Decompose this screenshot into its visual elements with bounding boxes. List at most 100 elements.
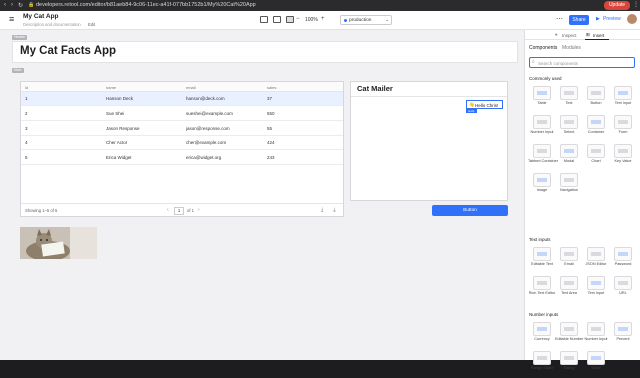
share-button[interactable]: Share <box>569 15 589 25</box>
component-tile[interactable]: Text Input <box>583 274 610 303</box>
component-tile[interactable]: Form <box>610 113 637 142</box>
inspect-icon: ⌖ <box>555 32 558 37</box>
component-icon-glyph <box>564 120 574 124</box>
component-tile[interactable]: Slider <box>583 349 610 378</box>
component-label: Editable Text <box>531 262 553 266</box>
component-label: Tabbed Container <box>528 159 558 163</box>
component-tile[interactable]: Select <box>556 113 583 142</box>
preview-button[interactable]: Preview <box>603 16 621 22</box>
column-header-sales[interactable]: sales <box>267 85 276 90</box>
component-tile[interactable]: Rich Text Editor <box>529 274 556 303</box>
zoom-out-icon[interactable]: − <box>296 16 300 22</box>
panel-tabs: ⌖ Inspect ⊞ Insert <box>525 30 640 40</box>
component-tile[interactable]: Text Input <box>610 84 637 113</box>
component-tile[interactable]: Email <box>556 245 583 274</box>
more-icon[interactable]: ⋯ <box>556 15 563 23</box>
prev-page-icon[interactable]: ‹ <box>167 207 169 213</box>
component-tile[interactable]: Editable Text <box>529 245 556 274</box>
component-tile[interactable]: Range Slider <box>529 349 556 378</box>
component-tile[interactable]: Button <box>583 84 610 113</box>
reload-icon[interactable]: ↻ <box>18 2 23 9</box>
hamburger-icon[interactable]: ≡ <box>9 14 14 24</box>
back-icon[interactable]: ‹ <box>4 2 6 8</box>
component-tile[interactable]: Key Value <box>610 142 637 171</box>
table-row[interactable]: 5 Erica Widget erica@widget.org 243 <box>21 150 343 165</box>
component-tile[interactable]: Navigation <box>556 171 583 200</box>
component-tile[interactable]: JSON Editor <box>583 245 610 274</box>
section-number-inputs: Number inputs <box>529 312 559 317</box>
component-label: Image <box>536 188 548 192</box>
table-row[interactable]: 3 Jason Response jason@response.com 55 <box>21 121 343 136</box>
play-icon[interactable]: ▶ <box>596 16 600 22</box>
table-row[interactable]: 1 Hanson Deck hanson@deck.com 37 <box>21 92 343 106</box>
column-header-email[interactable]: email <box>186 85 196 90</box>
component-icon <box>614 144 632 158</box>
component-tile[interactable]: Text Area <box>556 274 583 303</box>
left-panel-icon[interactable] <box>260 16 268 23</box>
url-bar[interactable]: developers.retool.com/editor/b81aeb84-9c… <box>36 2 256 8</box>
component-tile[interactable]: Tabbed Container <box>528 142 558 171</box>
component-icon <box>533 144 551 158</box>
tab-insert[interactable]: Insert <box>593 33 604 38</box>
component-label: Rich Text Editor <box>528 291 556 295</box>
menu-dots-icon[interactable]: ⋮ <box>633 1 639 8</box>
component-tile[interactable]: URL <box>610 274 637 303</box>
main-button[interactable]: Button <box>432 205 508 216</box>
component-tile[interactable]: Modal <box>556 142 583 171</box>
component-label: Text Input <box>614 101 632 105</box>
right-panel-icon[interactable] <box>286 16 294 23</box>
column-header-name[interactable]: name <box>106 85 116 90</box>
edit-link[interactable]: Edit <box>88 22 95 27</box>
component-tile[interactable]: Rating <box>556 349 583 378</box>
component-icon <box>614 115 632 129</box>
avatar[interactable] <box>627 14 637 24</box>
component-icon <box>587 86 605 100</box>
component-label: Email <box>564 262 574 266</box>
page-title[interactable]: My Cat Facts App <box>20 45 116 57</box>
component-tile[interactable]: Percent <box>610 320 637 349</box>
component-tile[interactable]: Image <box>529 171 556 200</box>
component-icon <box>587 276 605 290</box>
zoom-in-icon[interactable]: + <box>321 16 325 22</box>
download-icon[interactable]: ⤓ <box>321 207 323 213</box>
sub-tab-modules[interactable]: Modules <box>562 45 581 51</box>
page-total: of 1 <box>187 208 194 213</box>
component-tile[interactable]: Chart <box>583 142 610 171</box>
component-tile[interactable]: Number Input <box>529 113 556 142</box>
column-header-id[interactable]: id <box>25 85 28 90</box>
component-tile[interactable]: Number Input <box>583 320 610 349</box>
table-row[interactable]: 4 Cher Actor cher@example.com 424 <box>21 136 343 150</box>
component-icon <box>614 322 632 336</box>
next-page-icon[interactable]: › <box>198 207 200 213</box>
component-icon-glyph <box>537 252 547 256</box>
insert-icon: ⊞ <box>586 32 590 37</box>
cat-mailer-container[interactable]: Cat Mailer 👋 Hello Chris! text1 <box>350 81 508 201</box>
tab-inspect[interactable]: Inspect <box>562 33 577 38</box>
editor-header: ≡ My Cat App Description and documentati… <box>0 11 640 30</box>
page-number-input[interactable]: 1 <box>174 207 184 215</box>
forward-icon[interactable]: › <box>11 2 13 8</box>
cat-image[interactable] <box>20 227 97 259</box>
hello-text-widget[interactable]: 👋 Hello Chris! <box>466 100 503 109</box>
zoom-level[interactable]: 100% <box>305 17 318 23</box>
component-tile[interactable]: Table <box>529 84 556 113</box>
component-tile[interactable]: Editable Number <box>555 320 583 349</box>
component-search-input[interactable]: ⌕ Search components <box>529 57 635 68</box>
component-icon-glyph <box>591 120 601 124</box>
table-row[interactable]: 2 Sue Shei sueshei@example.com 550 <box>21 106 343 121</box>
wave-icon: 👋 <box>469 102 475 107</box>
component-tile[interactable]: Container <box>583 113 610 142</box>
component-tile[interactable]: Text <box>556 84 583 113</box>
component-icon <box>614 86 632 100</box>
update-button[interactable]: Update <box>604 1 630 10</box>
app-name[interactable]: My Cat App <box>23 13 59 20</box>
bottom-panel-icon[interactable] <box>273 16 281 23</box>
data-table[interactable]: id name email sales 1 Hanson Deck hanson… <box>20 81 344 217</box>
environment-select[interactable]: production ⌄ <box>340 15 392 25</box>
sub-tab-components[interactable]: Components <box>529 45 557 51</box>
component-icon <box>587 115 605 129</box>
component-tile[interactable]: Password <box>610 245 637 274</box>
component-label: Button <box>590 101 602 105</box>
filter-icon[interactable]: ⏚ <box>332 207 337 214</box>
component-tile[interactable]: Currency <box>529 320 556 349</box>
